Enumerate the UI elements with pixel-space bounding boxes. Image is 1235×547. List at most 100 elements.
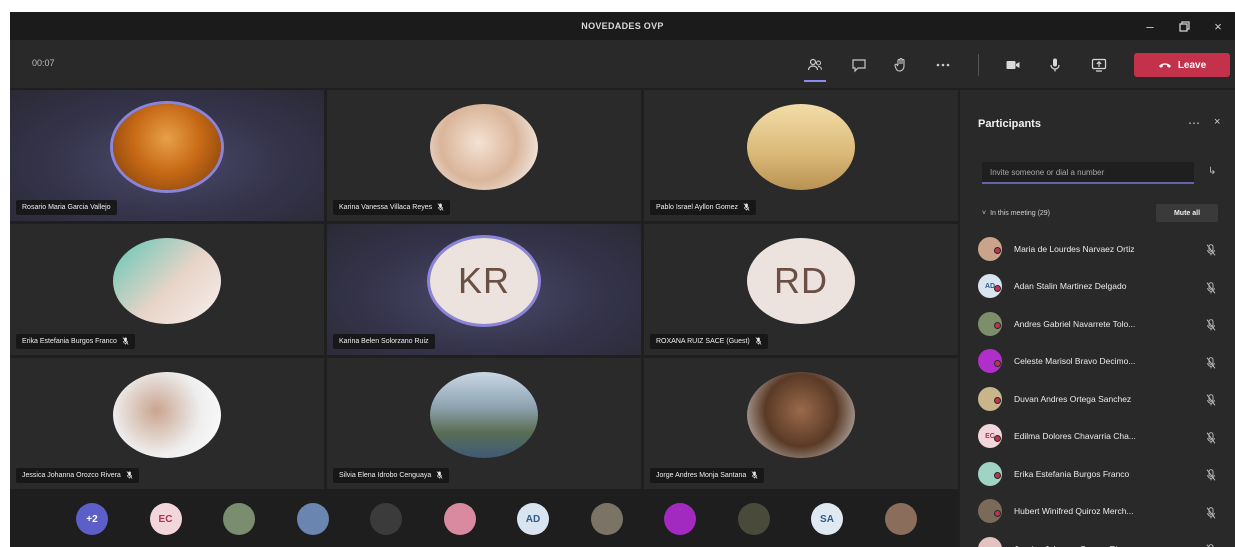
hand-icon bbox=[894, 57, 905, 72]
participant-row[interactable]: Andres Gabriel Navarrete Tolo... bbox=[978, 305, 1228, 343]
video-tile[interactable]: Karina Vanessa Villaca Reyes bbox=[327, 90, 641, 221]
participant-row[interactable]: Hubert Winifred Quiroz Merch... bbox=[978, 493, 1228, 531]
video-avatar bbox=[430, 104, 538, 190]
video-avatar bbox=[430, 372, 538, 458]
mic-off-icon[interactable] bbox=[1206, 393, 1216, 406]
mic-off-icon bbox=[437, 202, 444, 213]
video-tile[interactable]: Silvia Elena Idrobo Cenguaya bbox=[327, 358, 641, 489]
in-meeting-section[interactable]: ˅ In this meeting (29) bbox=[982, 210, 1050, 217]
close-icon: × bbox=[1214, 18, 1222, 34]
participant-row[interactable]: Duvan Andres Ortega Sanchez bbox=[978, 380, 1228, 418]
chat-button[interactable] bbox=[846, 52, 872, 78]
meeting-toolbar: 00:07 Leave bbox=[10, 40, 1235, 88]
share-screen-button[interactable] bbox=[1086, 52, 1112, 78]
participant-list: Maria de Lourdes Narvaez Ortiz AD Adan Sta… bbox=[978, 230, 1228, 547]
overflow-participants-strip: +2 EC AD SA bbox=[10, 489, 958, 547]
participants-panel: Participants ⋯ × ↳ ˅ In this meeting (29… bbox=[960, 90, 1235, 547]
video-tile[interactable]: KR Karina Belen Solorzano Ruiz bbox=[327, 224, 641, 355]
invite-input[interactable] bbox=[982, 162, 1194, 184]
camera-button[interactable] bbox=[1000, 52, 1026, 78]
raise-hand-button[interactable] bbox=[888, 52, 914, 78]
avatar-initials: RD bbox=[747, 238, 855, 324]
more-participants-button[interactable]: +2 bbox=[76, 503, 108, 535]
mic-off-icon bbox=[755, 336, 762, 347]
mic-off-icon bbox=[122, 336, 129, 347]
participant-row[interactable]: Erika Estefania Burgos Franco bbox=[978, 455, 1228, 493]
participants-toggle-button[interactable] bbox=[802, 52, 828, 82]
strip-avatar[interactable] bbox=[370, 503, 402, 535]
minimize-icon: – bbox=[1146, 18, 1154, 34]
minimize-button[interactable]: – bbox=[1133, 12, 1167, 40]
participant-namebar: Jorge Andres Monja Santana bbox=[650, 468, 765, 483]
participant-row[interactable]: Celeste Marisol Bravo Decimo... bbox=[978, 343, 1228, 381]
mic-off-icon[interactable] bbox=[1206, 506, 1216, 519]
panel-close-button[interactable]: × bbox=[1214, 116, 1220, 128]
video-tile[interactable]: RD ROXANA RUIZ SACE (Guest) bbox=[644, 224, 958, 355]
mic-off-icon[interactable] bbox=[1206, 318, 1216, 331]
video-tile[interactable]: Erika Estefania Burgos Franco bbox=[10, 224, 324, 355]
participant-name: ROXANA RUIZ SACE (Guest) bbox=[656, 338, 750, 345]
mic-off-icon[interactable] bbox=[1206, 468, 1216, 481]
mic-off-icon[interactable] bbox=[1206, 281, 1216, 294]
strip-avatar[interactable]: EC bbox=[149, 503, 182, 535]
mute-all-button[interactable]: Mute all bbox=[1156, 204, 1218, 222]
participant-row[interactable]: EC Edilma Dolores Chavarria Cha... bbox=[978, 418, 1228, 456]
microphone-icon bbox=[1050, 58, 1060, 72]
people-icon bbox=[807, 58, 823, 71]
strip-avatar-label: AD bbox=[525, 513, 541, 525]
mic-off-icon[interactable] bbox=[1206, 356, 1216, 369]
more-actions-button[interactable] bbox=[930, 52, 956, 78]
chevron-down-icon: ˅ bbox=[982, 210, 987, 217]
video-tile[interactable]: Jorge Andres Monja Santana bbox=[644, 358, 958, 489]
panel-title: Participants bbox=[978, 118, 1041, 130]
participant-namebar: Pablo Israel Ayllon Gomez bbox=[650, 200, 756, 215]
status-badge bbox=[994, 472, 1001, 479]
mic-off-icon[interactable] bbox=[1206, 543, 1216, 547]
video-tile[interactable]: Pablo Israel Ayllon Gomez bbox=[644, 90, 958, 221]
avatar-initials: KR bbox=[430, 238, 538, 324]
participant-row[interactable]: Jessica Johanna Orozco Rivera bbox=[978, 530, 1228, 547]
strip-avatar[interactable] bbox=[737, 503, 770, 535]
status-badge bbox=[994, 397, 1001, 404]
video-avatar bbox=[113, 372, 221, 458]
status-badge bbox=[994, 509, 1001, 517]
strip-avatar[interactable] bbox=[296, 503, 329, 535]
participant-name: Pablo Israel Ayllon Gomez bbox=[656, 204, 738, 211]
mic-off-icon[interactable] bbox=[1206, 431, 1216, 444]
strip-avatar[interactable] bbox=[223, 503, 255, 535]
participant-name: Celeste Marisol Bravo Decimo... bbox=[1014, 356, 1136, 367]
strip-avatar[interactable] bbox=[664, 503, 696, 535]
chat-icon bbox=[852, 59, 866, 73]
mic-off-icon[interactable] bbox=[1206, 243, 1216, 256]
video-avatar bbox=[113, 238, 221, 324]
strip-avatar[interactable] bbox=[443, 503, 476, 535]
participant-namebar: Karina Vanessa Villaca Reyes bbox=[333, 200, 451, 215]
strip-avatar[interactable]: AD bbox=[517, 503, 549, 535]
close-window-button[interactable]: × bbox=[1201, 12, 1235, 40]
leave-button[interactable]: Leave bbox=[1134, 53, 1230, 77]
video-grid: Rosario Maria Garcia Vallejo Karina Vanes… bbox=[10, 90, 958, 489]
strip-avatar[interactable]: SA bbox=[811, 503, 843, 535]
strip-avatar[interactable] bbox=[884, 503, 917, 535]
window-controls: – × bbox=[1133, 12, 1235, 40]
participant-name: Andres Gabriel Navarrete Tolo... bbox=[1014, 318, 1136, 329]
microphone-button[interactable] bbox=[1042, 52, 1068, 78]
participant-row[interactable]: Maria de Lourdes Narvaez Ortiz bbox=[978, 230, 1228, 268]
title-bar: NOVEDADES OVP – × bbox=[10, 12, 1235, 40]
maximize-button[interactable] bbox=[1167, 12, 1201, 40]
video-tile[interactable]: Jessica Johanna Orozco Rivera bbox=[10, 358, 324, 489]
more-icon bbox=[936, 63, 950, 67]
video-tile[interactable]: Rosario Maria Garcia Vallejo bbox=[10, 90, 324, 221]
participant-name: Hubert Winifred Quiroz Merch... bbox=[1014, 506, 1134, 517]
participant-namebar: Erika Estefania Burgos Franco bbox=[16, 334, 135, 349]
participant-namebar: Jessica Johanna Orozco Rivera bbox=[16, 468, 139, 483]
share-invite-icon[interactable]: ↳ bbox=[1208, 166, 1216, 177]
strip-avatar-label: +2 bbox=[86, 513, 98, 525]
avatar bbox=[978, 536, 1002, 547]
status-badge bbox=[994, 284, 1001, 292]
panel-more-button[interactable]: ⋯ bbox=[1188, 116, 1201, 130]
participant-name: Edilma Dolores Chavarria Cha... bbox=[1014, 431, 1136, 442]
participant-name: Duvan Andres Ortega Sanchez bbox=[1014, 393, 1132, 404]
participant-row[interactable]: AD Adan Stalin Martinez Delgado bbox=[978, 268, 1228, 306]
strip-avatar[interactable] bbox=[590, 503, 623, 535]
